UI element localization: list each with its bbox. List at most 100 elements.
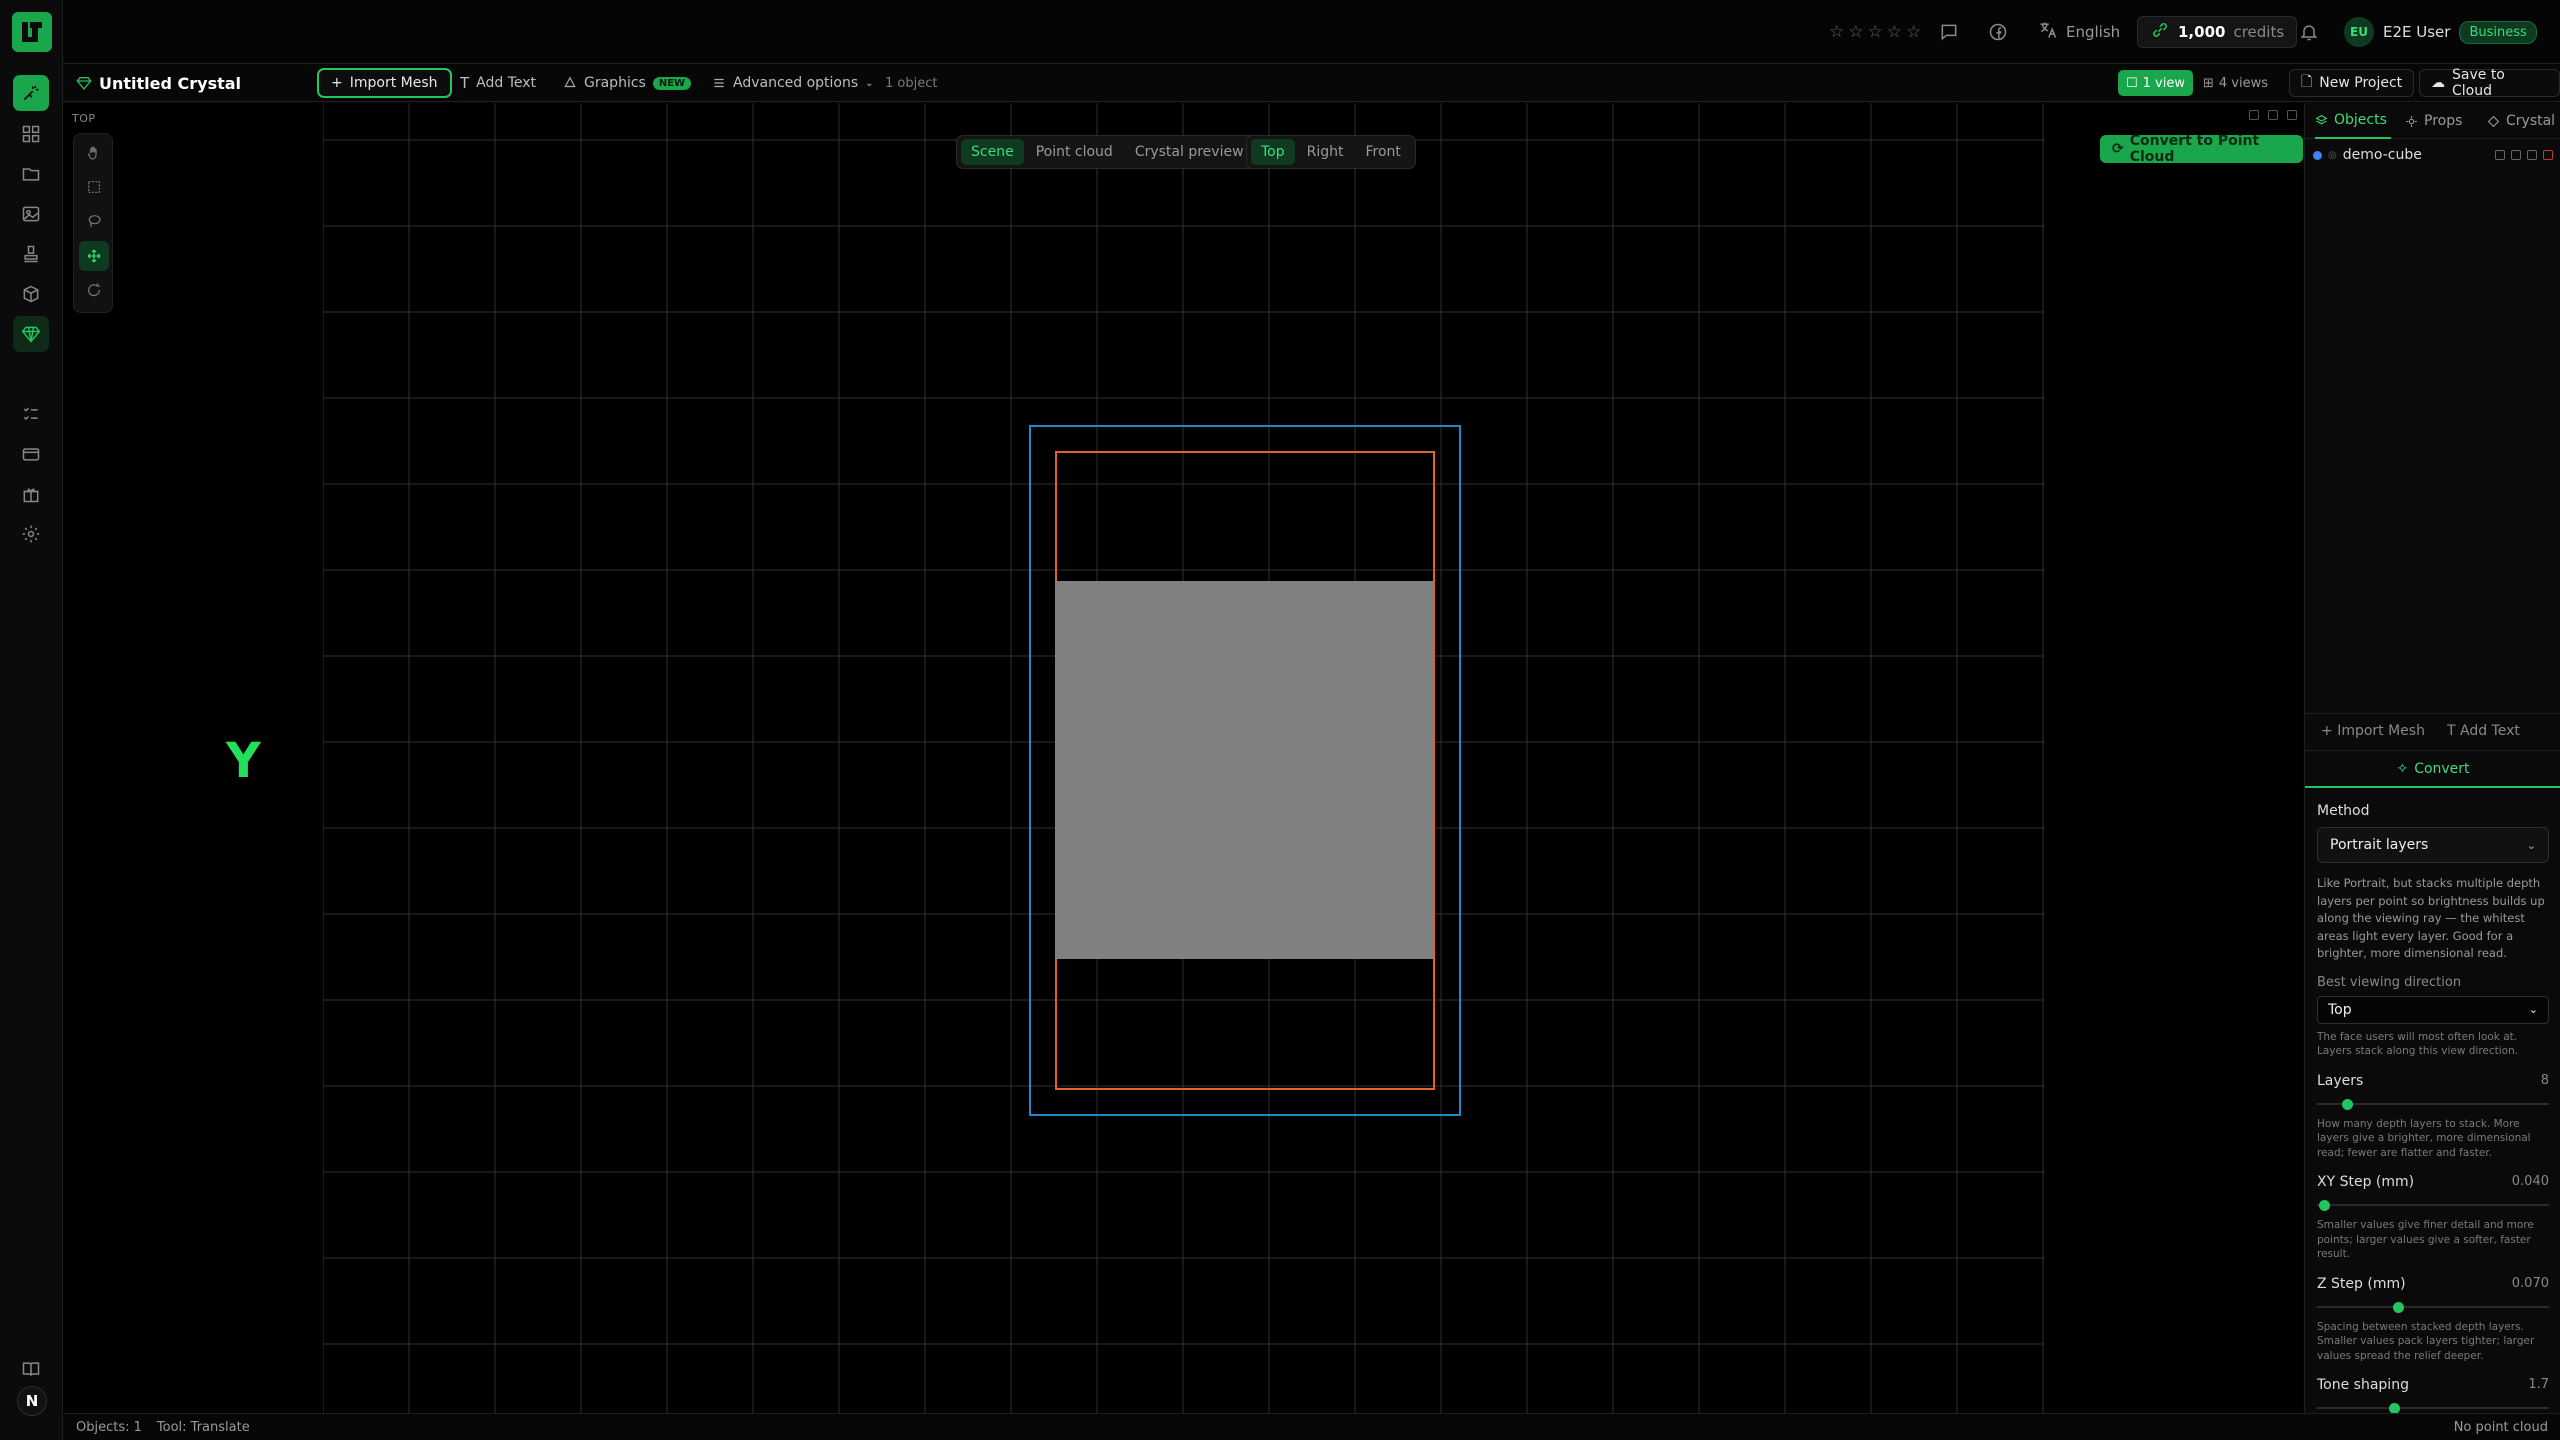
slider-track (2317, 1305, 2549, 1308)
cloud-icon: ☁ (2431, 75, 2445, 91)
save-to-cloud-button[interactable]: ☁ Save to Cloud (2419, 67, 2560, 99)
layers-icon (2315, 114, 2328, 124)
pan-tool-button[interactable] (79, 138, 109, 168)
facebook-button[interactable] (1988, 0, 2008, 64)
object-type-icon: ◎ (2328, 149, 2337, 161)
scene-grid (323, 103, 2045, 1413)
import-mesh-button[interactable]: + Import Mesh (317, 68, 452, 98)
tone-shaping-slider[interactable] (2317, 1401, 2549, 1413)
status-bar: Objects: 1 Tool: Translate No point clou… (63, 1413, 2560, 1440)
duplicate-icon[interactable] (2527, 150, 2537, 160)
star-icon[interactable]: ☆ (1829, 22, 1844, 42)
method-select[interactable]: Portrait layers ⌄ (2317, 827, 2549, 863)
app-logo[interactable] (12, 12, 52, 52)
z-step-value: 0.070 (2511, 1275, 2549, 1291)
rail-settings-button[interactable] (13, 516, 49, 552)
star-icon[interactable]: ☆ (1887, 22, 1902, 42)
xy-step-label-text: XY Step (mm) (2317, 1174, 2415, 1190)
viewing-direction-select[interactable]: Top ⌄ (2317, 995, 2549, 1024)
tone-shaping-value: 1.7 (2528, 1377, 2549, 1392)
mode-crystal-preview[interactable]: Crystal preview (1125, 139, 1254, 165)
rotate-tool-button[interactable] (79, 275, 109, 305)
left-rail: N (0, 0, 63, 1440)
mode-scene[interactable]: Scene (961, 139, 1024, 165)
lock-icon[interactable] (2511, 150, 2521, 160)
new-project-button[interactable]: 🗋 New Project (2289, 69, 2415, 97)
trash-icon[interactable] (2543, 150, 2553, 160)
lasso-icon (88, 215, 101, 227)
translate-tool-button[interactable] (79, 241, 109, 271)
method-label: Method (2317, 803, 2549, 819)
tab-convert[interactable]: ✧ Convert (2305, 750, 2560, 788)
add-text-button[interactable]: T Add Text (460, 64, 536, 102)
tab-props[interactable]: Props (2405, 103, 2462, 139)
rail-billing-button[interactable] (13, 436, 49, 472)
slider-handle[interactable] (2342, 1098, 2354, 1110)
view-top[interactable]: Top (1251, 139, 1295, 165)
user-menu[interactable]: EU E2E User Business (2344, 14, 2537, 50)
star-icon[interactable]: ☆ (1868, 22, 1883, 42)
lasso-tool-button[interactable] (79, 206, 109, 236)
rail-magic-button[interactable] (13, 75, 49, 111)
slider-handle[interactable] (2393, 1301, 2405, 1313)
rail-gifts-button[interactable] (13, 476, 49, 512)
hand-icon (87, 146, 97, 160)
slider-handle[interactable] (2318, 1200, 2330, 1211)
tab-crystal[interactable]: Crystal (2487, 103, 2555, 139)
advanced-options-button[interactable]: Advanced options ⌄ (712, 64, 874, 102)
rail-crystal-button[interactable] (13, 316, 49, 352)
credits-pill[interactable]: 1,000 credits (2137, 16, 2298, 48)
one-view-label: 1 view (2142, 75, 2185, 91)
project-toolbar: Untitled Crystal + Import Mesh T Add Tex… (63, 64, 2560, 102)
folder-icon (22, 168, 40, 181)
rail-dashboard-button[interactable] (13, 116, 49, 152)
demo-cube-mesh[interactable] (1056, 581, 1434, 959)
status-objects: Objects: 1 (76, 1419, 142, 1435)
chevron-down-icon: ⌄ (865, 77, 874, 89)
rail-tasks-button[interactable] (13, 396, 49, 432)
list-item[interactable]: ◎ demo-cube (2313, 145, 2553, 165)
expand-icon[interactable] (2287, 110, 2297, 120)
panel-import-mesh-button[interactable]: + Import Mesh (2321, 723, 2425, 739)
maximize-icon[interactable] (2249, 110, 2259, 120)
layers-help: How many depth layers to stack. More lay… (2317, 1117, 2531, 1159)
one-view-button[interactable]: ☐ 1 view (2118, 70, 2193, 96)
view-right[interactable]: Right (1297, 139, 1354, 165)
chevron-down-icon: ⌄ (2528, 1003, 2538, 1016)
rating-stars[interactable]: ☆ ☆ ☆ ☆ ☆ (1829, 0, 1921, 64)
rail-docs-button[interactable] (13, 1351, 49, 1387)
slider-handle[interactable] (2388, 1403, 2400, 1413)
panel-import-mesh-label: Import Mesh (2337, 722, 2425, 739)
feedback-button[interactable] (1939, 0, 1959, 64)
notifications-button[interactable] (2299, 0, 2319, 64)
rail-stamp-button[interactable] (13, 236, 49, 272)
rail-models-button[interactable] (13, 276, 49, 312)
box-select-tool-button[interactable] (79, 172, 109, 202)
gem-icon (21, 326, 41, 343)
reset-icon[interactable] (2268, 110, 2278, 120)
four-views-button[interactable]: ⊞ 4 views (2195, 70, 2276, 96)
rotate-icon (88, 283, 100, 297)
view-front[interactable]: Front (1356, 139, 1411, 165)
xy-step-slider[interactable] (2317, 1198, 2549, 1212)
save-to-cloud-label: Save to Cloud (2452, 67, 2505, 99)
graphics-button[interactable]: Graphics NEW (563, 64, 692, 102)
rail-files-button[interactable] (13, 156, 49, 192)
convert-to-point-cloud-label: Convert to Point Cloud (2129, 133, 2260, 165)
mode-point-cloud[interactable]: Point cloud (1026, 139, 1123, 165)
panel-add-text-button[interactable]: T Add Text (2447, 723, 2520, 739)
layers-slider[interactable] (2317, 1097, 2549, 1111)
language-selector[interactable]: English (2038, 0, 2120, 64)
star-icon[interactable]: ☆ (1848, 22, 1863, 42)
tab-objects[interactable]: Objects (2315, 103, 2391, 139)
project-title[interactable]: Untitled Crystal (76, 64, 241, 102)
eye-icon[interactable] (2495, 150, 2505, 160)
z-step-slider[interactable] (2317, 1300, 2549, 1314)
viewing-direction-note: The face users will most often look at. … (2317, 1030, 2519, 1058)
star-icon[interactable]: ☆ (1906, 22, 1921, 42)
3d-viewport[interactable]: TOP Y Scene Point cloud Crystal preview (63, 103, 2303, 1413)
workspace-avatar[interactable]: N (17, 1386, 47, 1416)
convert-to-point-cloud-button[interactable]: ⟳ Convert to Point Cloud (2100, 133, 2303, 165)
camera-view-switch: Top Right Front (1246, 135, 1416, 169)
rail-images-button[interactable] (13, 196, 49, 232)
